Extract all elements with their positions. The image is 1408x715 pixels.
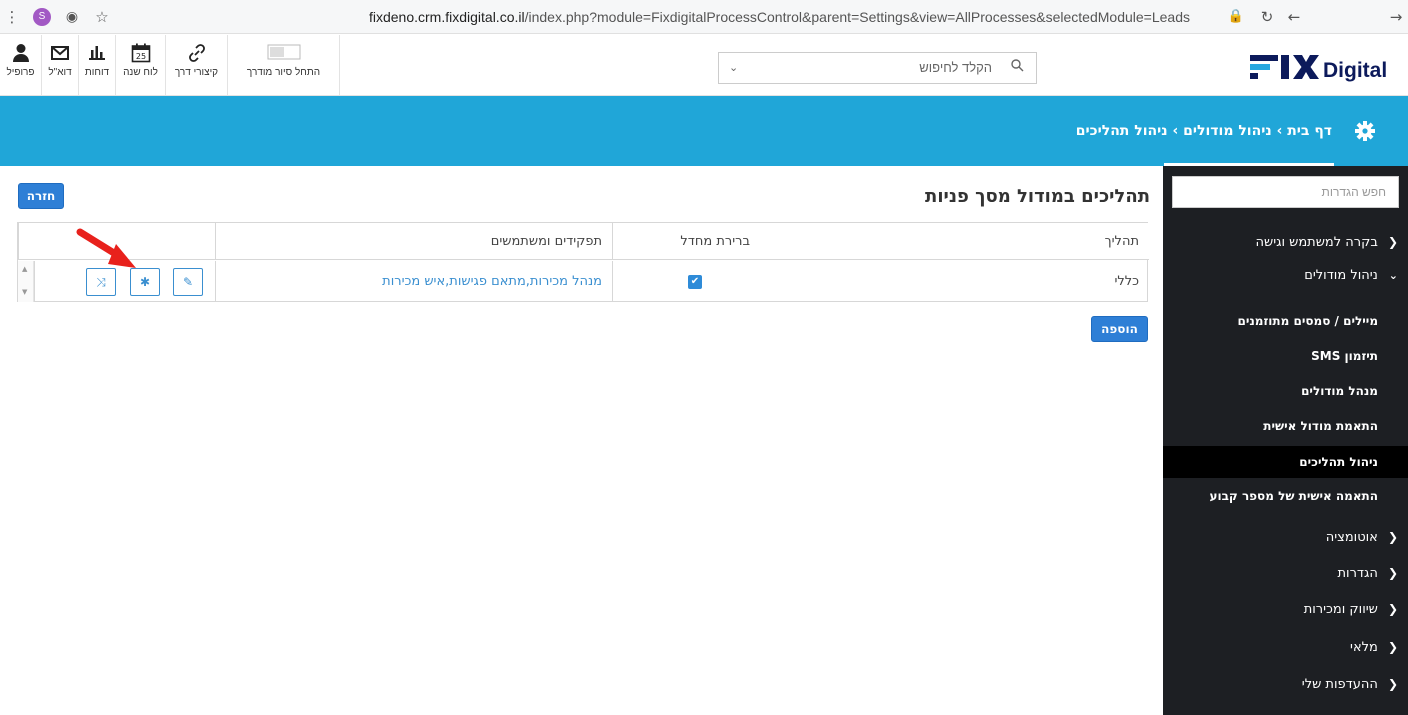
sidebar-section-user-access[interactable]: ❮ בקרה למשתמש וגישה [1163, 227, 1399, 257]
settings-gear-icon[interactable] [1354, 120, 1376, 142]
sidebar-section-automation[interactable]: ❮ אוטומציה [1163, 522, 1398, 552]
chevron-left-icon: ❮ [1387, 677, 1398, 691]
lock-icon[interactable]: 🔒 [1226, 7, 1246, 27]
sidebar-item-fixed-number-customization[interactable]: התאמה אישית של מספר קבוע [1163, 480, 1408, 512]
sidebar-item-module-manager[interactable]: מנהל מודולים [1163, 375, 1408, 407]
search-icon [1011, 53, 1024, 83]
browser-menu-icon[interactable]: ⋮ [2, 7, 22, 27]
calendar-tool[interactable]: 25 לוח שנה [116, 35, 166, 96]
forward-arrow-icon[interactable]: → [1386, 7, 1406, 27]
breadcrumb-modules[interactable]: ניהול מודולים [1183, 123, 1272, 139]
toggle-icon [228, 43, 339, 67]
sidebar-section-my-preferences[interactable]: ❮ ההעדפות שלי [1163, 669, 1398, 699]
breadcrumb-home[interactable]: דף בית [1287, 123, 1332, 139]
table-cell-roles[interactable]: מנהל מכירות,מתאם פגישות,איש מכירות [215, 261, 612, 302]
calendar-day-number: 25 [135, 52, 145, 61]
sidebar-section-label: אוטומציה [1325, 530, 1378, 545]
address-bar[interactable]: fixdeno.crm.fixdigital.co.il/index.php?m… [290, 0, 1190, 34]
calendar-tool-label: לוח שנה [123, 67, 158, 78]
profile-tool-label: פרופיל [6, 67, 35, 78]
profile-tool[interactable]: פרופיל [0, 35, 42, 96]
breadcrumb: דף בית › ניהול מודולים › ניהול תהליכים [1076, 96, 1332, 166]
breadcrumb-separator: › [1172, 123, 1179, 139]
settings-search-input[interactable]: חפש הגדרות [1172, 176, 1399, 208]
add-button[interactable]: הוספה [1091, 316, 1148, 342]
sidebar-section-label: בקרה למשתמש וגישה [1255, 235, 1378, 250]
checkmark-icon: ✔ [690, 276, 700, 287]
main-content: תהליכים במודול מסך פניות חזרה תפקידים ומ… [0, 166, 1163, 715]
sidebar-section-marketing-sales[interactable]: ❮ שיווק ומכירות [1163, 594, 1398, 624]
guided-tour-tool[interactable]: התחל סיור מודרך [228, 35, 340, 96]
mail-tool-label: דוא"ל [48, 67, 72, 78]
mail-icon [42, 43, 78, 67]
shortcuts-tool-label: קיצורי דרך [174, 67, 219, 78]
sidebar-item-module-customization[interactable]: התאמת מודול אישית [1163, 410, 1408, 442]
search-input[interactable]: הקלד לחיפוש [919, 53, 992, 83]
column-header-roles: תפקידים ומשתמשים [215, 223, 612, 260]
app-header: פרופיל דוא"ל דוחות 25 לוח שנה קיצורי דרך… [0, 35, 1408, 96]
edit-button[interactable]: ✎ [173, 268, 203, 296]
sidebar-section-label: מלאי [1350, 640, 1378, 655]
table-cell-process[interactable]: כללי [760, 261, 1149, 302]
sidebar-item-sms-scheduling[interactable]: תיזמון SMS [1163, 340, 1408, 372]
back-arrow-icon[interactable]: ← [1284, 7, 1304, 27]
sidebar-section-inventory[interactable]: ❮ מלאי [1163, 632, 1398, 662]
sidebar-item-process-management[interactable]: ניהול תהליכים [1163, 446, 1408, 478]
settings-sidebar: חפש הגדרות ❮ בקרה למשתמש וגישה ⌄ ניהול מ… [1163, 166, 1408, 715]
sidebar-section-label: הגדרות [1337, 566, 1378, 581]
sidebar-section-label: ניהול מודולים [1304, 268, 1378, 283]
url-path: /index.php?module=FixdigitalProcessContr… [524, 9, 1190, 25]
table-cell-default [612, 261, 760, 302]
mail-tool[interactable]: דוא"ל [42, 35, 79, 96]
chevron-down-icon: ⌄ [1388, 269, 1398, 282]
column-header-default: ברירת מחדל [612, 223, 760, 260]
shortcuts-tool[interactable]: קיצורי דרך [166, 35, 228, 96]
fix-digital-logo[interactable]: Digital [1250, 52, 1387, 82]
logo-text: Digital [1323, 59, 1386, 82]
chevron-left-icon: ❮ [1387, 602, 1398, 616]
sidebar-section-label: שיווק ומכירות [1303, 602, 1378, 617]
processes-table: תפקידים ומשתמשים ברירת מחדל תהליך ▲ ▼ ⤨ … [17, 222, 1149, 302]
url-host: fixdeno.crm.fixdigital.co.il [368, 9, 525, 25]
sidebar-section-label: ההעדפות שלי [1301, 677, 1378, 692]
column-header-process: תהליך [760, 223, 1149, 260]
breadcrumb-separator: › [1276, 123, 1283, 139]
browser-toolbar: ⋮ S ◉ ☆ fixdeno.crm.fixdigital.co.il/ind… [0, 0, 1408, 34]
browser-extension-icon[interactable]: ◉ [62, 7, 82, 27]
sidebar-section-settings[interactable]: ❮ הגדרות [1163, 558, 1398, 588]
row-scrollbar[interactable]: ▲ ▼ [18, 261, 34, 302]
pencil-icon: ✎ [182, 275, 194, 289]
scroll-up-icon[interactable]: ▲ [22, 265, 27, 273]
sidebar-item-scheduled-messages[interactable]: מיילים / סמסים מתוזמנים [1163, 305, 1408, 337]
link-icon [166, 43, 227, 67]
chevron-left-icon: ❮ [1387, 235, 1398, 249]
chevron-down-icon[interactable]: ⌄ [729, 53, 738, 83]
shuffle-icon: ⤨ [96, 275, 106, 289]
sidebar-section-module-management[interactable]: ⌄ ניהול מודולים [1163, 261, 1398, 291]
default-checkbox[interactable]: ✔ [688, 275, 702, 289]
reports-tool-label: דוחות [84, 67, 110, 78]
reports-tool[interactable]: דוחות [79, 35, 116, 96]
chevron-left-icon: ❮ [1387, 566, 1398, 580]
person-icon [0, 43, 41, 67]
annotation-arrow-icon [76, 228, 136, 268]
browser-profile-avatar[interactable]: S [33, 8, 51, 26]
chevron-left-icon: ❮ [1387, 640, 1398, 654]
breadcrumb-current: ניהול תהליכים [1075, 123, 1168, 139]
global-search-box[interactable]: הקלד לחיפוש ⌄ [718, 52, 1037, 84]
calendar-icon: 25 [116, 43, 165, 67]
gear-icon: ✱ [139, 275, 151, 289]
page-title: תהליכים במודול מסך פניות [925, 186, 1150, 207]
guided-tour-label: התחל סיור מודרך [246, 67, 321, 78]
reload-icon[interactable]: ↻ [1257, 7, 1277, 27]
breadcrumb-band: דף בית › ניהול מודולים › ניהול תהליכים [0, 96, 1408, 166]
bar-chart-icon [79, 43, 115, 67]
chevron-left-icon: ❮ [1387, 530, 1398, 544]
bookmark-star-icon[interactable]: ☆ [92, 7, 112, 27]
back-button[interactable]: חזרה [18, 183, 64, 209]
scroll-down-icon[interactable]: ▼ [22, 288, 27, 296]
